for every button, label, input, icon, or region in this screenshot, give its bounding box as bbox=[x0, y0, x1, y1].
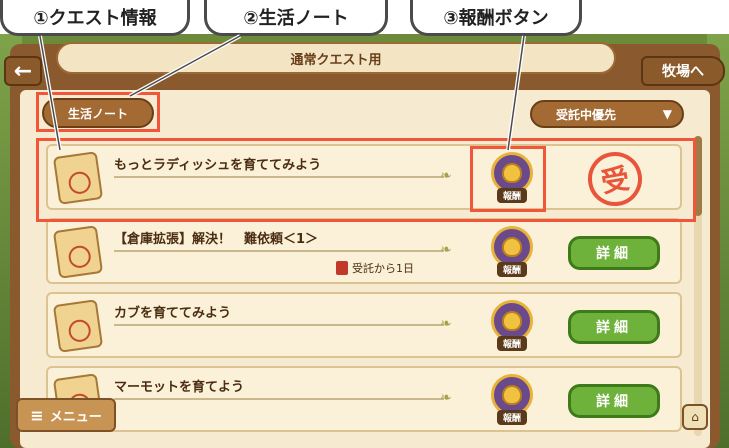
page-title: 通常クエスト用 bbox=[290, 52, 382, 68]
money-bag-icon bbox=[502, 237, 522, 257]
leaf-icon: ❧ bbox=[440, 390, 452, 406]
detail-button[interactable]: 詳細 bbox=[568, 236, 660, 270]
triangle-down-icon: ▼ bbox=[662, 107, 672, 121]
reward-button[interactable]: 報酬 bbox=[488, 226, 536, 280]
callout-life-note: ②生活ノート bbox=[204, 0, 388, 36]
detail-button-label: 詳細 bbox=[596, 394, 632, 410]
quest-info-highlight bbox=[36, 138, 696, 222]
quest-elapsed-text: 受託から1日 bbox=[352, 262, 414, 275]
arrow-left-icon: ← bbox=[13, 58, 33, 84]
leaf-icon: ❧ bbox=[440, 316, 452, 332]
detail-button[interactable]: 詳細 bbox=[568, 310, 660, 344]
hamburger-icon: ≡ bbox=[30, 405, 44, 425]
reward-button[interactable]: 報酬 bbox=[488, 300, 536, 354]
reward-label: 報酬 bbox=[496, 262, 527, 277]
scroll-icon bbox=[52, 299, 104, 353]
quest-title: 【倉庫拡張】解決！ 難依頼＜1＞ bbox=[114, 232, 319, 247]
quest-divider bbox=[114, 250, 444, 252]
money-bag-icon bbox=[502, 385, 522, 405]
game-scene: ← 通常クエスト用 牧場へ 生活ノート 受託中優先 ▼ もっとラディッシュを育て… bbox=[0, 34, 729, 448]
callout-reward-button: ③報酬ボタン bbox=[410, 0, 582, 36]
back-button[interactable]: ← bbox=[4, 56, 42, 86]
life-note-highlight bbox=[36, 92, 160, 132]
detail-button[interactable]: 詳細 bbox=[568, 384, 660, 418]
hourglass-icon bbox=[336, 261, 348, 275]
ranch-button[interactable]: 牧場へ bbox=[641, 56, 725, 86]
quest-row[interactable]: カブを育ててみよう ❧ 報酬 詳細 bbox=[46, 292, 682, 358]
callout-reward-button-label: ③報酬ボタン bbox=[443, 7, 549, 29]
reward-button-highlight bbox=[470, 146, 546, 212]
quest-elapsed: 受託から1日 bbox=[336, 260, 414, 276]
callout-life-note-label: ②生活ノート bbox=[243, 7, 349, 29]
leaf-icon: ❧ bbox=[440, 242, 452, 258]
reward-button[interactable]: 報酬 bbox=[488, 374, 536, 428]
sort-dropdown[interactable]: 受託中優先 ▼ bbox=[530, 100, 684, 128]
quest-title: マーモットを育てよう bbox=[114, 380, 245, 395]
menu-button[interactable]: ≡ メニュー bbox=[16, 398, 116, 432]
menu-button-label: メニュー bbox=[49, 409, 102, 425]
collapse-icon: ⌂ bbox=[691, 410, 699, 424]
quest-divider bbox=[114, 398, 444, 400]
quest-row[interactable]: マーモットを育てよう ❧ 報酬 詳細 bbox=[46, 366, 682, 432]
ranch-button-label: 牧場へ bbox=[662, 64, 704, 80]
quest-title: カブを育ててみよう bbox=[114, 306, 232, 321]
callout-quest-info-label: ①クエスト情報 bbox=[33, 7, 157, 29]
collapse-button[interactable]: ⌂ bbox=[682, 404, 708, 430]
money-bag-icon bbox=[502, 311, 522, 331]
reward-label: 報酬 bbox=[496, 336, 527, 351]
detail-button-label: 詳細 bbox=[596, 246, 632, 262]
detail-button-label: 詳細 bbox=[596, 320, 632, 336]
sort-dropdown-label: 受託中優先 bbox=[556, 107, 617, 122]
scroll-icon bbox=[52, 225, 104, 279]
reward-label: 報酬 bbox=[496, 410, 527, 425]
header-title-bar: 通常クエスト用 bbox=[56, 42, 616, 74]
quest-divider bbox=[114, 324, 444, 326]
callout-quest-info: ①クエスト情報 bbox=[0, 0, 190, 36]
quest-row[interactable]: 【倉庫拡張】解決！ 難依頼＜1＞ ❧ 受託から1日 報酬 詳細 bbox=[46, 218, 682, 284]
